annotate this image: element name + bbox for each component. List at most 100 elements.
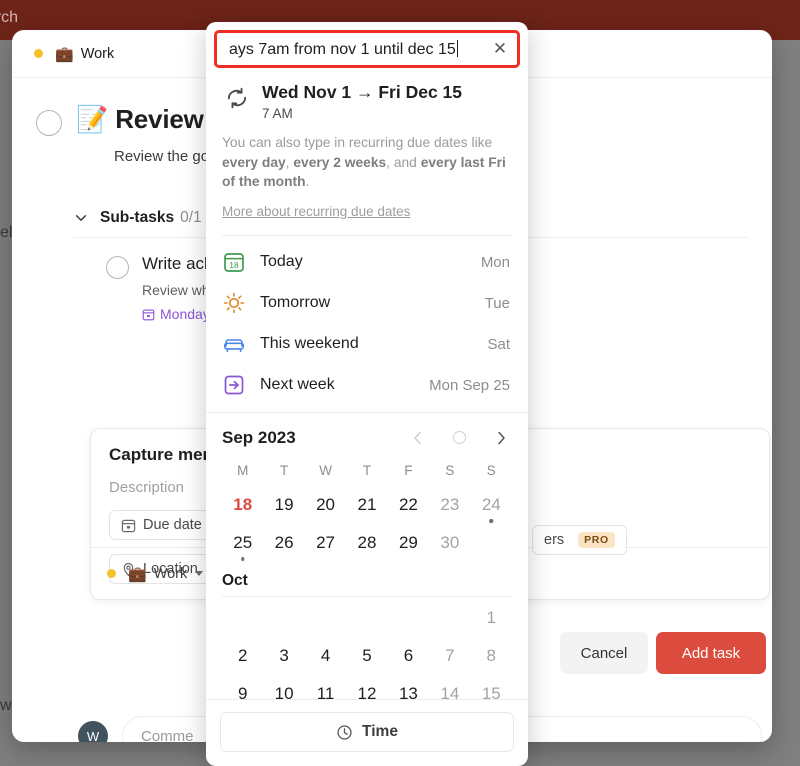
hint-mid-2: , and <box>386 154 421 170</box>
calendar-cell-empty <box>222 599 263 637</box>
calendar-day-cell[interactable]: 22 <box>388 486 429 524</box>
calendar-cell-empty <box>471 524 512 562</box>
calendar-day-number: 30 <box>440 532 460 552</box>
chevron-left-icon[interactable] <box>411 430 425 446</box>
option-today-meta: Mon <box>480 253 510 271</box>
calendar-dow-row: M T W T F S S <box>222 453 512 486</box>
close-icon[interactable]: ✕ <box>483 39 517 59</box>
reminders-button[interactable]: ers PRO <box>532 525 627 555</box>
chevron-right-icon[interactable] <box>494 430 508 446</box>
dow-label: S <box>486 462 496 478</box>
search-input[interactable]: earch <box>0 9 18 27</box>
calendar-day-number: 26 <box>274 532 294 552</box>
calendar-day-cell[interactable]: 6 <box>388 637 429 675</box>
date-text-input[interactable]: ays 7am from nov 1 until dec 15 <box>217 39 483 59</box>
subtask-complete-checkbox[interactable] <box>106 256 129 279</box>
dow-label: F <box>404 462 413 478</box>
calendar-day-number: 5 <box>362 645 372 665</box>
calendar-day-cell[interactable]: 30 <box>429 524 470 562</box>
calendar-day-cell[interactable]: 7 <box>429 637 470 675</box>
calendar-day-number: 23 <box>440 494 460 514</box>
calendar-day-cell[interactable]: 26 <box>263 524 304 562</box>
option-this-weekend[interactable]: This weekend Sat <box>206 324 528 365</box>
dow-label: W <box>319 462 332 478</box>
calendar-day-dot <box>240 557 245 561</box>
calendar-day-cell[interactable]: 20 <box>305 486 346 524</box>
calendar-day-number: 3 <box>279 645 289 665</box>
date-preview-title: Wed Nov 1 → Fri Dec 15 <box>262 82 463 102</box>
option-today[interactable]: 18 Today Mon <box>206 242 528 283</box>
sun-icon <box>223 293 245 314</box>
calendar-day-cell[interactable]: 21 <box>346 486 387 524</box>
calendar-day-number: 6 <box>403 645 414 665</box>
dow-label: T <box>280 462 289 478</box>
chevron-down-icon[interactable] <box>195 571 204 576</box>
option-tomorrow[interactable]: Tomorrow Tue <box>206 283 528 324</box>
dow-label: T <box>362 462 372 478</box>
calendar-day-number: 2 <box>237 645 248 665</box>
calendar-day-cell[interactable]: 5 <box>346 637 387 675</box>
pro-badge: PRO <box>578 532 615 548</box>
calendar-day-number: 1 <box>486 607 496 627</box>
calendar-icon <box>142 308 155 320</box>
calendar-day-cell[interactable]: 28 <box>346 524 387 562</box>
date-input-container[interactable]: ays 7am from nov 1 until dec 15 ✕ <box>214 30 520 68</box>
calendar-day-cell[interactable]: 29 <box>388 524 429 562</box>
option-next-week[interactable]: Next week Mon Sep 25 <box>206 365 528 406</box>
cancel-button[interactable]: Cancel <box>560 632 648 674</box>
calendar-day-number: 25 <box>233 532 253 552</box>
memo-icon: 📝 <box>76 104 109 134</box>
date-picker-popup: ays 7am from nov 1 until dec 15 ✕ Wed No… <box>206 22 528 766</box>
calendar-day-cell[interactable]: 24 <box>471 486 512 524</box>
date-preview-time: 7 AM <box>262 106 293 121</box>
calendar-day-cell[interactable]: 4 <box>305 637 346 675</box>
reminders-label: ers <box>544 532 565 548</box>
calendar-day-number: 19 <box>274 494 294 514</box>
calendar-day-number: 27 <box>316 532 336 552</box>
option-this-weekend-label: This weekend <box>260 335 359 353</box>
avatar[interactable]: W <box>78 721 108 742</box>
project-name[interactable]: Work <box>81 46 115 62</box>
due-date-button[interactable]: Due date <box>109 510 214 540</box>
calendar-day-number: 7 <box>445 645 455 665</box>
calendar-grid-september: 18 19 20 21 22 23 24 25 26 27 28 29 30 <box>222 486 512 562</box>
dow-label: M <box>237 462 249 478</box>
date-picker-footer: Time <box>206 699 528 766</box>
chevron-down-icon[interactable] <box>74 211 88 225</box>
calendar-day-number: 24 <box>481 494 501 514</box>
subtasks-label: Sub-tasks <box>100 209 175 226</box>
screen-root: earch el wc 💼 Work 📝 Review th Review th… <box>0 0 800 766</box>
circle-icon[interactable] <box>453 431 466 445</box>
hint-prefix: You can also type in recurring due dates… <box>222 135 493 150</box>
calendar-day-cell[interactable]: 3 <box>263 637 304 675</box>
calendar-day-cell[interactable]: 27 <box>305 524 346 562</box>
calendar-day-cell[interactable]: 19 <box>263 486 304 524</box>
calendar-day-dot <box>489 519 494 523</box>
date-preview-row[interactable]: Wed Nov 1 → Fri Dec 15 7 AM <box>222 82 512 121</box>
due-date-label: Due date <box>143 517 202 533</box>
project-color-dot <box>34 49 43 58</box>
quick-add-project-selector[interactable]: 💼 Work <box>107 565 204 583</box>
calendar-day-number: 22 <box>398 494 418 514</box>
project-color-dot <box>107 569 116 578</box>
calendar-day-cell[interactable]: 18 <box>222 486 263 524</box>
calendar-cell-empty <box>388 599 429 637</box>
task-complete-checkbox[interactable] <box>36 110 62 136</box>
add-task-button[interactable]: Add task <box>656 632 766 674</box>
calendar-day-cell[interactable]: 23 <box>429 486 470 524</box>
calendar-day-number: 21 <box>357 494 377 514</box>
calendar-day-cell[interactable]: 1 <box>471 599 512 637</box>
repeat-icon <box>227 87 247 109</box>
more-about-recurring-link[interactable]: More about recurring due dates <box>222 204 410 219</box>
arrow-right-box-icon <box>224 375 244 395</box>
time-button-label: Time <box>362 723 398 740</box>
calendar-day-cell[interactable]: 2 <box>222 637 263 675</box>
calendar-day-cell[interactable]: 8 <box>471 637 512 675</box>
calendar-cell-empty <box>263 599 304 637</box>
dow-label: S <box>445 462 455 478</box>
calendar-day-cell[interactable]: 25 <box>222 524 263 562</box>
calendar-day-number: 20 <box>316 494 336 514</box>
time-button[interactable]: Time <box>220 712 514 752</box>
option-tomorrow-meta: Tue <box>484 294 510 312</box>
calendar-month-label: Sep 2023 <box>222 427 296 447</box>
